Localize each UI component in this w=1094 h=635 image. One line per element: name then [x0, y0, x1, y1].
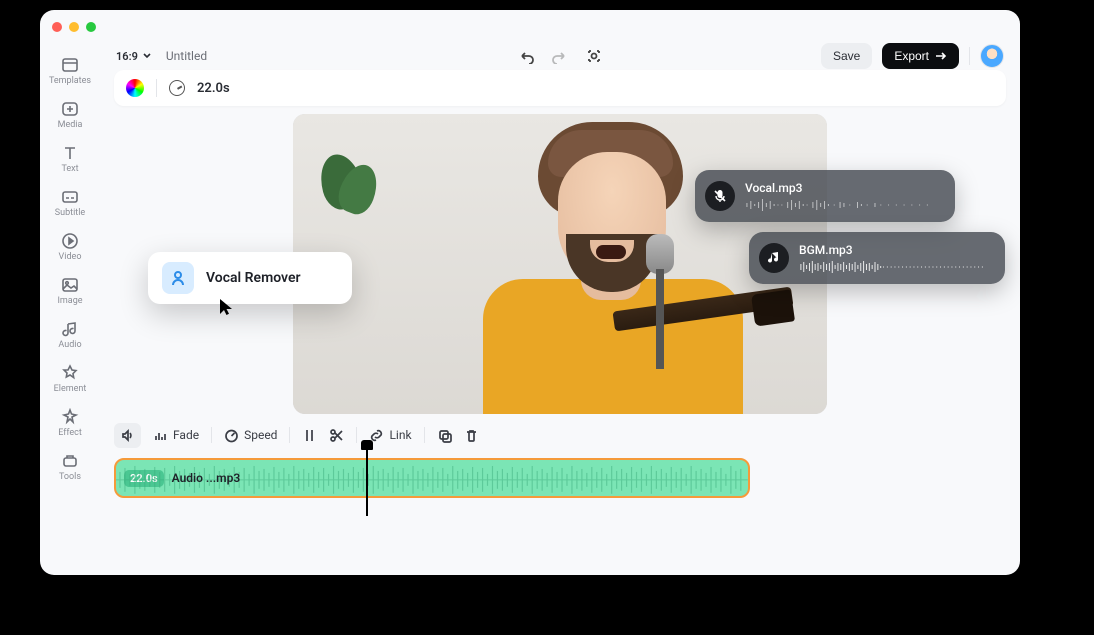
volume-icon [120, 428, 135, 443]
mic-mute-icon [705, 181, 735, 211]
waveform-icon [745, 199, 939, 211]
cut-button[interactable] [329, 428, 344, 443]
playhead[interactable] [366, 446, 368, 516]
sidebar-item-templates[interactable]: Templates [46, 52, 94, 90]
link-button[interactable]: Link [369, 428, 411, 443]
left-sidebar: Templates Media Text Subtitle Video Imag… [40, 42, 100, 575]
sidebar-item-label: Element [54, 384, 87, 394]
copy-button[interactable] [437, 428, 452, 443]
subtitle-icon [61, 188, 79, 206]
timeline[interactable]: 22.0s Audio ...mp3 [100, 450, 1020, 498]
aspect-ratio-value: 16:9 [116, 50, 138, 63]
separator [211, 427, 212, 443]
sidebar-item-audio[interactable]: Audio [46, 316, 94, 354]
bgm-audio-card[interactable]: BGM.mp3 [749, 232, 1005, 284]
vocal-filename: Vocal.mp3 [745, 181, 939, 195]
color-picker-icon[interactable] [126, 79, 144, 97]
sidebar-item-label: Image [57, 296, 82, 306]
fade-button[interactable]: Fade [153, 428, 199, 443]
video-icon [61, 232, 79, 250]
split-button[interactable] [302, 428, 317, 443]
fade-icon [153, 428, 168, 443]
music-note-icon [759, 243, 789, 273]
bgm-filename: BGM.mp3 [799, 243, 989, 257]
history-controls [518, 48, 602, 64]
maximize-dot[interactable] [86, 22, 96, 32]
sidebar-item-label: Tools [59, 472, 81, 482]
sidebar-item-label: Audio [58, 340, 81, 350]
speed-label: Speed [244, 428, 277, 442]
sidebar-item-text[interactable]: Text [46, 140, 94, 178]
focus-icon[interactable] [586, 48, 602, 64]
vocal-remover-label: Vocal Remover [206, 270, 301, 286]
trash-icon [464, 428, 479, 443]
sidebar-item-label: Video [59, 252, 82, 262]
time-bar: 22.0s [114, 70, 1006, 106]
media-icon [61, 100, 79, 118]
separator [156, 79, 157, 97]
tools-icon [61, 452, 79, 470]
undo-icon[interactable] [518, 48, 534, 64]
top-bar: 16:9 Untitled Save Export [100, 42, 1020, 70]
sidebar-item-label: Templates [49, 76, 91, 86]
aspect-ratio-selector[interactable]: 16:9 [116, 50, 152, 63]
clip-toolbar: Fade Speed Link [100, 420, 1020, 450]
redo-icon[interactable] [552, 48, 568, 64]
sidebar-item-label: Text [61, 164, 78, 174]
sidebar-item-media[interactable]: Media [46, 96, 94, 134]
video-preview[interactable] [293, 114, 827, 414]
clock-icon [169, 80, 185, 96]
sidebar-item-effect[interactable]: Effect [46, 404, 94, 442]
sidebar-item-tools[interactable]: Tools [46, 448, 94, 486]
arrow-right-icon [935, 51, 947, 61]
sidebar-item-image[interactable]: Image [46, 272, 94, 310]
sidebar-item-label: Subtitle [55, 208, 85, 218]
sidebar-item-element[interactable]: Element [46, 360, 94, 398]
save-button[interactable]: Save [821, 43, 872, 69]
export-label: Export [894, 49, 929, 63]
cursor-overlay [218, 298, 236, 316]
sidebar-item-label: Effect [58, 428, 82, 438]
window-traffic-lights [52, 22, 96, 32]
plant-illustration [311, 154, 381, 244]
effect-icon [61, 408, 79, 426]
separator [289, 427, 290, 443]
close-dot[interactable] [52, 22, 62, 32]
fade-label: Fade [173, 428, 199, 442]
separator [969, 47, 970, 65]
speed-icon [224, 428, 239, 443]
separator [356, 427, 357, 443]
vocal-remover-popup[interactable]: Vocal Remover [148, 252, 352, 304]
split-icon [302, 428, 317, 443]
sidebar-item-subtitle[interactable]: Subtitle [46, 184, 94, 222]
project-duration: 22.0s [197, 81, 230, 96]
audio-clip[interactable]: 22.0s Audio ...mp3 [114, 458, 750, 498]
waveform-icon [799, 261, 989, 273]
vocal-remover-icon [162, 262, 194, 294]
link-label: Link [389, 428, 411, 442]
scissors-icon [329, 428, 344, 443]
minimize-dot[interactable] [69, 22, 79, 32]
vocal-audio-card[interactable]: Vocal.mp3 [695, 170, 955, 222]
export-button[interactable]: Export [882, 43, 959, 69]
user-avatar[interactable] [980, 44, 1004, 68]
sidebar-item-label: Media [58, 120, 83, 130]
image-icon [61, 276, 79, 294]
speed-button[interactable]: Speed [224, 428, 277, 443]
delete-button[interactable] [464, 428, 479, 443]
sidebar-item-video[interactable]: Video [46, 228, 94, 266]
volume-button[interactable] [114, 423, 141, 448]
templates-icon [61, 56, 79, 74]
copy-icon [437, 428, 452, 443]
chevron-down-icon [142, 51, 152, 61]
text-icon [61, 144, 79, 162]
singer-illustration [443, 114, 763, 414]
clip-filename: Audio ...mp3 [172, 471, 241, 485]
audio-icon [61, 320, 79, 338]
element-icon [61, 364, 79, 382]
separator [424, 427, 425, 443]
project-title[interactable]: Untitled [166, 49, 207, 63]
